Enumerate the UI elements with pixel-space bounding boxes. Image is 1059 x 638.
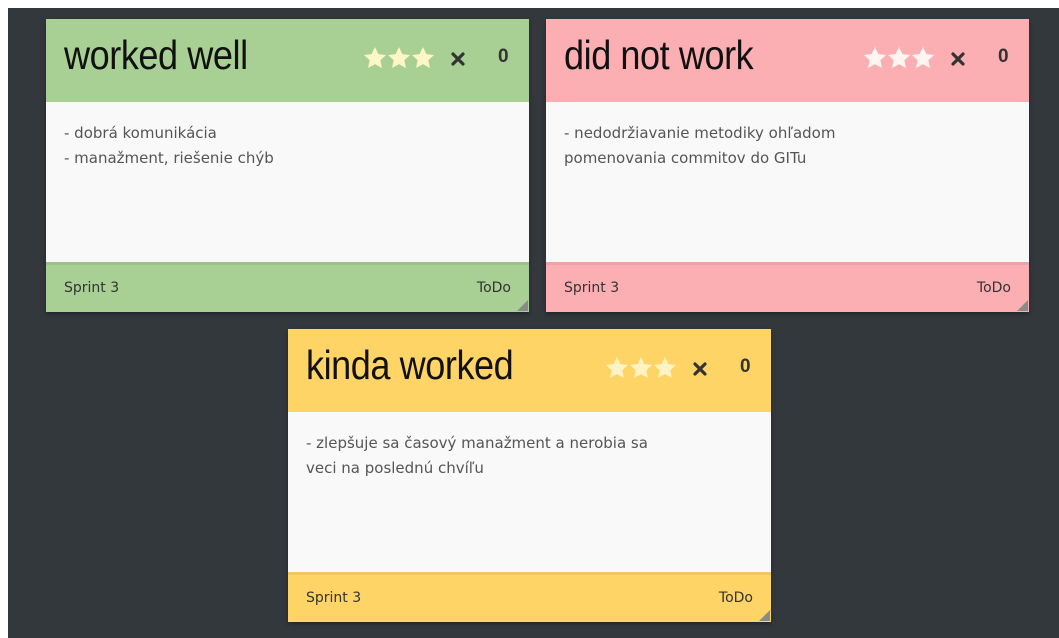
- card-text-line: - nedodržiavanie metodiky ohľadom: [564, 124, 836, 142]
- delete-button[interactable]: [688, 355, 712, 383]
- vote-count: 0: [740, 356, 751, 377]
- rating-stars[interactable]: [362, 45, 436, 73]
- star-icon[interactable]: [604, 355, 630, 381]
- card-header: worked well 0: [46, 19, 529, 102]
- resize-handle-icon[interactable]: [517, 300, 528, 311]
- vote-count: 0: [998, 46, 1009, 67]
- star-icon[interactable]: [910, 45, 936, 71]
- card-title[interactable]: worked well: [64, 32, 248, 79]
- resize-handle-icon[interactable]: [759, 610, 770, 621]
- retro-board: worked well 0 - dobrá komunikácia - mana…: [8, 8, 1059, 638]
- close-icon: [951, 52, 965, 66]
- card-footer: Sprint 3 ToDo: [46, 262, 529, 312]
- card-text-line: veci na poslednú chvíľu: [306, 459, 484, 477]
- close-icon: [451, 52, 465, 66]
- vote-count: 0: [498, 46, 509, 67]
- status-label[interactable]: ToDo: [477, 280, 511, 296]
- resize-handle-icon[interactable]: [1017, 300, 1028, 311]
- card-header: kinda worked 0: [288, 329, 771, 412]
- star-icon[interactable]: [386, 45, 412, 71]
- star-icon[interactable]: [410, 45, 436, 71]
- card-body[interactable]: - nedodržiavanie metodiky ohľadom pomeno…: [546, 105, 1029, 260]
- star-icon[interactable]: [362, 45, 388, 71]
- delete-button[interactable]: [946, 45, 970, 73]
- card-footer: Sprint 3 ToDo: [288, 572, 771, 622]
- rating-stars[interactable]: [862, 45, 936, 73]
- card-text-line: - manažment, riešenie chýb: [64, 149, 274, 167]
- card-text-line: - dobrá komunikácia: [64, 124, 217, 142]
- status-label[interactable]: ToDo: [719, 590, 753, 606]
- card-did-not-work[interactable]: did not work 0 - nedodržiavanie metodiky…: [546, 19, 1029, 312]
- card-body[interactable]: - dobrá komunikácia - manažment, riešeni…: [46, 105, 529, 260]
- card-worked-well[interactable]: worked well 0 - dobrá komunikácia - mana…: [46, 19, 529, 312]
- status-label[interactable]: ToDo: [977, 280, 1011, 296]
- close-icon: [693, 362, 707, 376]
- sprint-label: Sprint 3: [564, 280, 620, 296]
- star-icon[interactable]: [886, 45, 912, 71]
- star-icon[interactable]: [628, 355, 654, 381]
- star-icon[interactable]: [862, 45, 888, 71]
- card-body[interactable]: - zlepšuje sa časový manažment a nerobia…: [288, 415, 771, 570]
- star-icon[interactable]: [652, 355, 678, 381]
- card-header: did not work 0: [546, 19, 1029, 102]
- card-text-line: pomenovania commitov do GITu: [564, 149, 807, 167]
- card-kinda-worked[interactable]: kinda worked 0 - zlepšuje sa časový mana…: [288, 329, 771, 622]
- rating-stars[interactable]: [604, 355, 678, 383]
- card-title[interactable]: kinda worked: [306, 342, 514, 389]
- card-title[interactable]: did not work: [564, 32, 754, 79]
- delete-button[interactable]: [446, 45, 470, 73]
- sprint-label: Sprint 3: [64, 280, 120, 296]
- sprint-label: Sprint 3: [306, 590, 362, 606]
- card-text-line: - zlepšuje sa časový manažment a nerobia…: [306, 434, 648, 452]
- card-footer: Sprint 3 ToDo: [546, 262, 1029, 312]
